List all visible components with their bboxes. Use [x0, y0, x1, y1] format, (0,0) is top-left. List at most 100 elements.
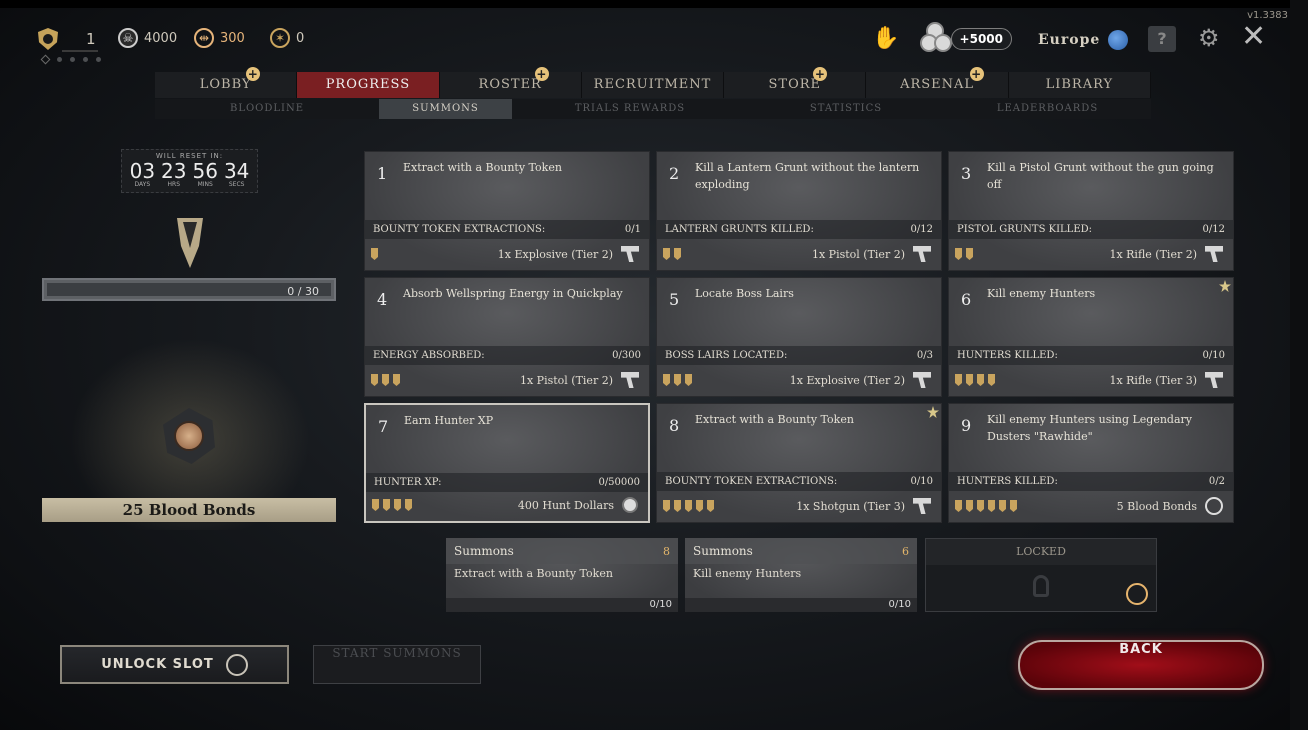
- card-number: 9: [961, 416, 972, 435]
- challenge-card[interactable]: 6 Kill enemy Hunters HUNTERS KILLED: 0/10 1x…: [948, 277, 1234, 397]
- rank-mark-icon: [371, 374, 378, 386]
- card-task: Extract with a Bounty Token: [403, 161, 562, 174]
- timer-mins: 56: [192, 159, 218, 183]
- stat-label: LANTERN GRUNTS KILLED:: [665, 224, 814, 235]
- tab-lobby[interactable]: LOBBY +: [155, 67, 298, 98]
- challenge-card[interactable]: 2 Kill a Lantern Grunt without the lanter…: [656, 151, 942, 271]
- rank-mark-icon: [674, 248, 681, 260]
- challenge-card[interactable]: 5 Locate Boss Lairs BOSS LAIRS LOCATED: 0/3…: [656, 277, 942, 397]
- subtab-leaderboards[interactable]: LEADERBOARDS: [944, 99, 1151, 119]
- bonus-pill[interactable]: +5000: [920, 22, 1012, 54]
- hand-icon[interactable]: ✋: [872, 26, 899, 51]
- rank-mark-icon: [696, 500, 703, 512]
- summons-progress: 0/10: [446, 598, 678, 612]
- timer-secs: 34: [223, 159, 250, 183]
- stat-value: 0/10: [1202, 350, 1225, 361]
- card-reward-row: 5 Blood Bonds: [955, 496, 1223, 516]
- challenge-card[interactable]: 1 Extract with a Bounty Token BOUNTY TOKEN…: [364, 151, 650, 271]
- plus-icon: +: [534, 67, 549, 81]
- rank-mark-icon: [955, 248, 962, 260]
- summons-slot-1[interactable]: Summons 8 Extract with a Bounty Token 0/1…: [446, 538, 678, 612]
- region-label: Europe: [1038, 32, 1101, 48]
- card-reward-row: 1x Pistol (Tier 2): [663, 244, 931, 264]
- card-task: Kill enemy Hunters using Legendary Duste…: [987, 413, 1192, 443]
- prestige-dots: [40, 54, 101, 65]
- blood-bonds[interactable]: ⇹ 300: [194, 28, 245, 48]
- summons-count: 6: [902, 544, 909, 558]
- start-summons-button[interactable]: START SUMMONS: [313, 645, 481, 684]
- unlock-slot-button[interactable]: UNLOCK SLOT: [60, 645, 289, 684]
- reward-label: 1x Explosive (Tier 2): [789, 373, 905, 387]
- reward-label: 1x Rifle (Tier 2): [1109, 247, 1197, 261]
- tab-recruitment[interactable]: RECRUITMENT: [582, 72, 725, 98]
- reward-label: 25 Blood Bonds: [42, 498, 336, 522]
- summons-title: Summons: [454, 544, 514, 558]
- timer-hrs: 23: [161, 159, 187, 183]
- summons-rank-emblem-icon: [177, 218, 203, 268]
- player-level[interactable]: 1: [38, 28, 96, 50]
- region-selector[interactable]: Europe: [1038, 30, 1129, 50]
- reward-label: 1x Explosive (Tier 2): [497, 247, 613, 261]
- plus-icon: +: [246, 67, 261, 81]
- close-icon[interactable]: ✕: [1241, 22, 1266, 52]
- timer-days-label: DAYS: [134, 181, 151, 188]
- help-icon[interactable]: ?: [1148, 26, 1176, 52]
- card-task: Kill enemy Hunters: [987, 287, 1096, 300]
- reward-label: 1x Rifle (Tier 3): [1109, 373, 1197, 387]
- subtab-trials-rewards[interactable]: TRIALS REWARDS: [512, 99, 748, 119]
- hunt-dollars[interactable]: ☠ 4000: [118, 28, 177, 48]
- rank-mark-icon: [674, 374, 681, 386]
- stat-label: PISTOL GRUNTS KILLED:: [957, 224, 1092, 235]
- bonus-value: +5000: [950, 28, 1012, 50]
- summons-slot-locked[interactable]: LOCKED: [925, 538, 1157, 612]
- back-button[interactable]: BACK: [1018, 640, 1264, 690]
- rank-mark-icon: [685, 500, 692, 512]
- revolver-icon: [913, 246, 931, 262]
- blood-bond-icon: ⇹: [194, 28, 214, 48]
- rank-marks: [663, 374, 692, 386]
- rank-mark-icon: [371, 248, 378, 260]
- summons-slot-2[interactable]: Summons 6 Kill enemy Hunters 0/10: [685, 538, 917, 612]
- card-number: 3: [961, 164, 972, 183]
- progress-text: 0 / 30: [287, 285, 319, 298]
- tab-arsenal[interactable]: ARSENAL +: [866, 67, 1009, 98]
- card-task: Kill a Lantern Grunt without the lantern…: [695, 161, 920, 191]
- subtab-statistics[interactable]: STATISTICS: [748, 99, 944, 119]
- revolver-icon: [1205, 372, 1223, 388]
- plus-icon: +: [969, 67, 984, 81]
- rank-mark-icon: [674, 500, 681, 512]
- subtab-summons[interactable]: SUMMONS: [379, 99, 512, 119]
- card-reward-row: 1x Rifle (Tier 3): [955, 370, 1223, 390]
- gear-icon[interactable]: ⚙: [1198, 26, 1220, 50]
- challenge-card[interactable]: 4 Absorb Wellspring Energy in Quickplay EN…: [364, 277, 650, 397]
- stat-value: 0/50000: [598, 477, 640, 488]
- challenge-card[interactable]: 8 Extract with a Bounty Token BOUNTY TOKEN…: [656, 403, 942, 523]
- card-task: Earn Hunter XP: [404, 414, 494, 427]
- rank-mark-icon: [405, 499, 412, 511]
- challenge-card[interactable]: 7 Earn Hunter XP HUNTER XP: 0/50000 400 Hunt…: [364, 403, 650, 523]
- event-points[interactable]: ✶ 0: [270, 28, 304, 48]
- tab-progress[interactable]: PROGRESS: [297, 72, 440, 98]
- plus-icon: +: [813, 67, 828, 81]
- tab-roster[interactable]: ROSTER +: [440, 67, 582, 98]
- rank-mark-icon: [999, 500, 1006, 512]
- rank-mark-icon: [988, 500, 995, 512]
- locked-label: LOCKED: [926, 539, 1156, 565]
- summons-task: Extract with a Bounty Token: [454, 567, 613, 580]
- challenge-card[interactable]: 3 Kill a Pistol Grunt without the gun goi…: [948, 151, 1234, 271]
- challenge-card[interactable]: 9 Kill enemy Hunters using Legendary Dust…: [948, 403, 1234, 523]
- summons-task: Kill enemy Hunters: [693, 567, 802, 580]
- tab-store[interactable]: STORE +: [724, 67, 867, 98]
- subtab-bloodline[interactable]: BLOODLINE: [155, 99, 379, 119]
- event-points-value: 0: [296, 30, 305, 46]
- card-stat-row: LANTERN GRUNTS KILLED: 0/12: [657, 220, 941, 239]
- rank-mark-icon: [383, 499, 390, 511]
- rank-mark-icon: [663, 374, 670, 386]
- summons-count: 8: [663, 544, 670, 558]
- main-nav: LOBBY + PROGRESS ROSTER + RECRUITMENT STOR…: [155, 67, 1151, 98]
- rank-marks: [955, 248, 973, 260]
- blood-bond-icon: [1205, 497, 1223, 515]
- revolver-icon: [913, 372, 931, 388]
- reward-label: 1x Pistol (Tier 2): [811, 247, 905, 261]
- tab-library[interactable]: LIBRARY: [1009, 72, 1151, 98]
